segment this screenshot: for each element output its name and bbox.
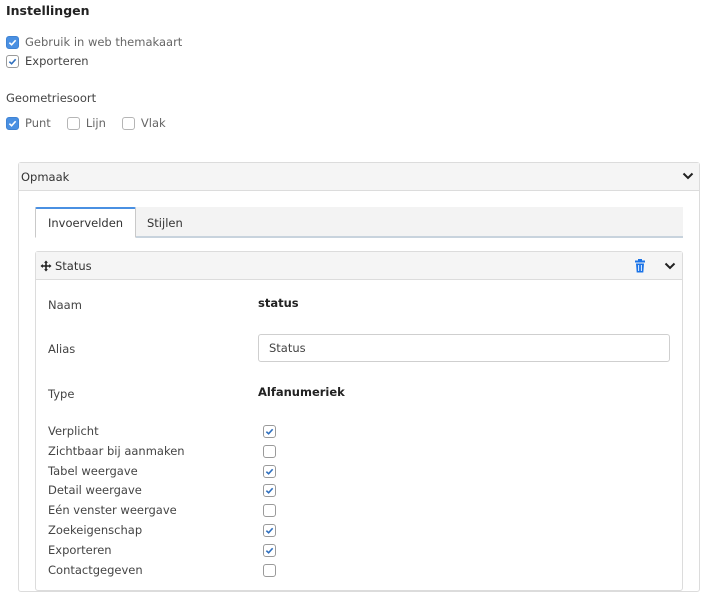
opmaak-title: Opmaak [21, 169, 70, 184]
field-flag-label: Zoekeigenschap [48, 523, 143, 537]
field-flag-checkbox[interactable] [263, 543, 276, 557]
lijn-label: Lijn [85, 116, 106, 130]
type-value: Alfanumeriek [258, 385, 345, 399]
geometry-option-lijn[interactable]: Lijn [66, 116, 106, 130]
web-themakaart-label: Gebruik in web themakaart [25, 35, 183, 49]
field-flag-checkbox[interactable] [263, 444, 276, 458]
exporteren-label: Exporteren [25, 54, 89, 68]
punt-checkbox[interactable] [6, 116, 19, 130]
alias-input[interactable] [258, 334, 670, 362]
type-label: Type [48, 387, 75, 401]
option-exporteren[interactable]: Exporteren [6, 54, 89, 68]
punt-label: Punt [25, 116, 51, 130]
field-flag-label: Zichtbaar bij aanmaken [48, 443, 185, 458]
tab-bar: Invoervelden Stijlen [35, 207, 683, 238]
field-flag-row[interactable]: Contactgegeven [48, 562, 288, 580]
web-themakaart-checkbox[interactable] [6, 35, 19, 49]
lijn-checkbox[interactable] [66, 116, 80, 130]
field-flag-row[interactable]: Eén venster weergave [48, 502, 288, 520]
field-flag-label: Eén venster weergave [48, 503, 177, 518]
field-card-status: Status Naam status Alias Type Alfanumeri… [35, 251, 683, 591]
alias-label: Alias [48, 342, 76, 356]
field-flag-checkbox[interactable] [263, 484, 276, 498]
tab-stijlen[interactable]: Stijlen [135, 207, 195, 238]
field-flag-label: Detail weergave [48, 483, 142, 498]
vlak-checkbox[interactable] [121, 116, 135, 130]
collapse-field-chevron-icon[interactable] [663, 259, 677, 273]
field-card-title: Status [55, 258, 92, 273]
vlak-label: Vlak [140, 116, 166, 130]
field-flag-checkbox[interactable] [263, 425, 276, 438]
trash-icon[interactable] [634, 259, 646, 273]
field-flag-checkbox[interactable] [263, 504, 276, 518]
option-web-themakaart[interactable]: Gebruik in web themakaart [6, 35, 182, 49]
settings-title: Instellingen [6, 3, 90, 18]
field-flag-label: Tabel weergave [48, 463, 138, 478]
tab-invoervelden[interactable]: Invoervelden [35, 207, 137, 238]
geometry-label: Geometriesoort [6, 91, 97, 105]
opmaak-panel-header[interactable]: Opmaak [19, 163, 699, 191]
field-flag-row[interactable]: Detail weergave [48, 482, 288, 500]
move-icon[interactable] [40, 260, 52, 272]
naam-value: status [258, 296, 299, 310]
geometry-option-vlak[interactable]: Vlak [121, 116, 166, 130]
exporteren-checkbox[interactable] [6, 54, 19, 68]
naam-label: Naam [48, 298, 82, 312]
field-flag-row[interactable]: Verplicht [48, 423, 288, 441]
field-flag-label: Contactgegeven [48, 562, 143, 577]
field-flag-checkbox[interactable] [263, 464, 276, 478]
field-flag-checkbox[interactable] [263, 524, 276, 537]
chevron-down-icon[interactable] [681, 169, 695, 183]
field-flag-row[interactable]: Zoekeigenschap [48, 522, 288, 540]
field-flag-checkbox[interactable] [263, 563, 276, 577]
geometry-options: Punt Lijn Vlak [6, 116, 166, 130]
field-flag-label: Verplicht [48, 424, 99, 438]
field-flag-row[interactable]: Zichtbaar bij aanmaken [48, 443, 288, 461]
opmaak-panel: Opmaak Invoervelden Stijlen Status Naam … [18, 162, 700, 592]
field-card-header[interactable]: Status [36, 252, 682, 280]
field-flag-row[interactable]: Tabel weergave [48, 463, 288, 481]
field-flag-label: Exporteren [48, 542, 112, 557]
geometry-option-punt[interactable]: Punt [6, 116, 51, 130]
field-flag-row[interactable]: Exporteren [48, 542, 288, 560]
